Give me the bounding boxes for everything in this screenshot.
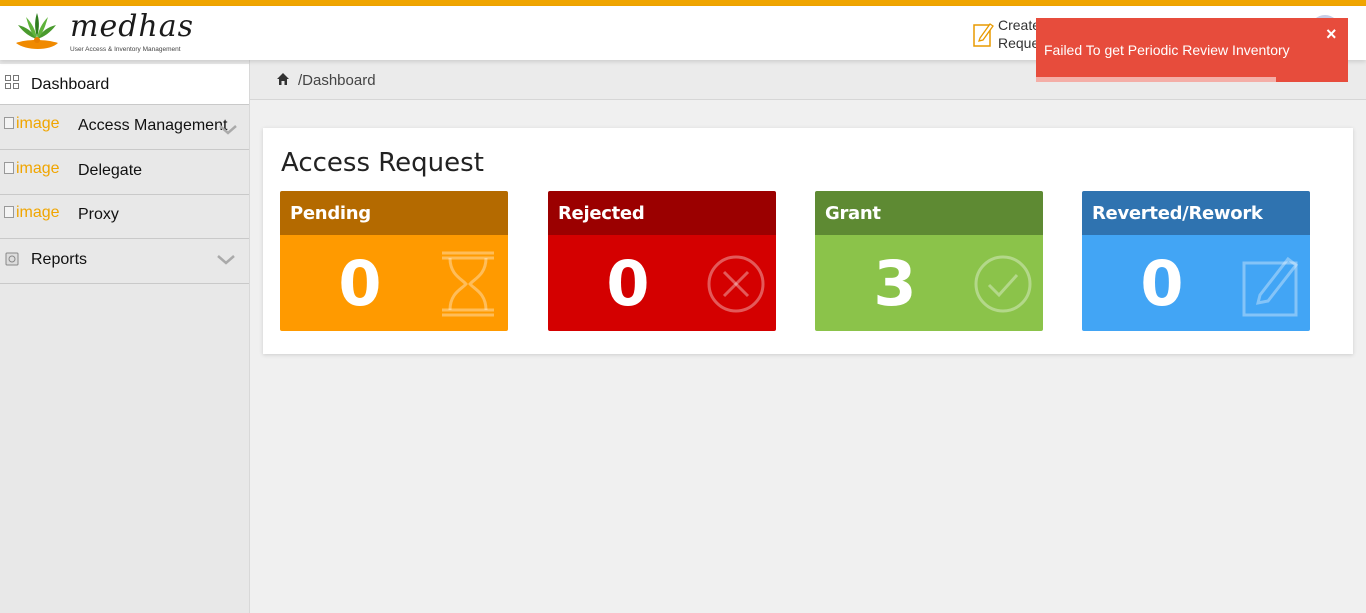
toast-progress-bar xyxy=(1036,77,1276,82)
home-icon[interactable] xyxy=(276,72,290,86)
logo-leaf-icon xyxy=(16,13,58,49)
sidebar-item-label: Delegate xyxy=(78,162,143,179)
card-title: Rejected xyxy=(558,203,645,224)
panel-title: Access Request xyxy=(281,148,484,178)
check-circle-icon xyxy=(974,255,1032,313)
logo-tagline: User Access & Inventory Management xyxy=(70,46,181,53)
create-request-link[interactable]: Create Request xyxy=(972,16,1050,56)
logo-wordmark: medhas xyxy=(70,9,195,44)
hourglass-icon xyxy=(442,251,494,317)
sidebar-item-label: Proxy xyxy=(78,206,119,223)
card-count: 0 xyxy=(1140,247,1184,320)
x-circle-icon xyxy=(707,255,765,313)
broken-image-icon: image xyxy=(4,115,60,133)
grid-icon xyxy=(5,75,19,89)
logo[interactable]: medhas User Access & Inventory Managemen… xyxy=(12,9,195,57)
card-count: 0 xyxy=(338,247,382,320)
card-title: Pending xyxy=(290,203,371,224)
rejected-card[interactable]: Rejected 0 xyxy=(548,191,776,331)
card-title: Grant xyxy=(825,203,881,224)
sidebar-item-dashboard[interactable]: Dashboard xyxy=(0,64,249,105)
sidebar-item-label: Dashboard xyxy=(31,76,110,93)
chevron-down-icon[interactable] xyxy=(216,253,236,267)
sidebar-item-label: Reports xyxy=(31,251,88,268)
breadcrumb-path: /Dashboard xyxy=(298,72,376,89)
sidebar-item-proxy[interactable]: image Proxy xyxy=(0,194,249,239)
sidebar-item-access-management[interactable]: image Access Management xyxy=(0,105,249,150)
sidebar-item-reports[interactable]: Reports xyxy=(0,239,249,284)
broken-image-icon: image xyxy=(4,204,60,222)
toast-close-icon[interactable]: × xyxy=(1326,24,1337,45)
edit-square-icon xyxy=(1242,256,1299,317)
broken-image-icon: image xyxy=(4,160,60,178)
card-count: 3 xyxy=(873,247,917,320)
pending-card[interactable]: Pending 0 xyxy=(280,191,508,331)
sidebar: Dashboard image Access Management image … xyxy=(0,60,250,613)
sidebar-item-label: Access Management xyxy=(78,117,228,134)
grant-card[interactable]: Grant 3 xyxy=(815,191,1043,331)
card-title: Reverted/Rework xyxy=(1092,203,1263,224)
access-request-panel: Access Request Pending 0 Rejected 0 Gran… xyxy=(263,128,1353,354)
edit-icon xyxy=(973,23,994,47)
error-toast: Failed To get Periodic Review Inventory … xyxy=(1036,18,1348,82)
reports-icon xyxy=(5,252,19,266)
sidebar-item-delegate[interactable]: image Delegate xyxy=(0,150,249,195)
chevron-down-icon[interactable] xyxy=(218,123,238,137)
reverted-rework-card[interactable]: Reverted/Rework 0 xyxy=(1082,191,1310,331)
toast-message: Failed To get Periodic Review Inventory xyxy=(1044,42,1290,58)
card-count: 0 xyxy=(606,247,650,320)
